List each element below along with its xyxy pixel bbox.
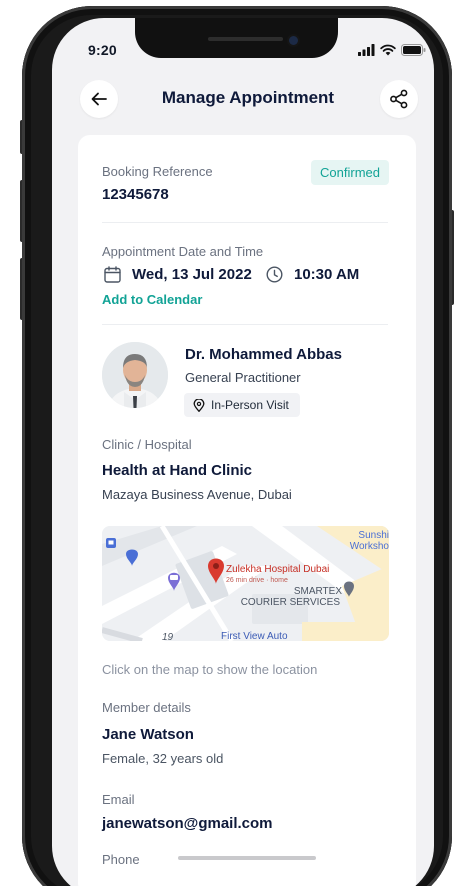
appointment-date: Wed, 13 Jul 2022 [132, 266, 252, 283]
share-button[interactable] [380, 80, 418, 118]
calendar-icon [104, 266, 121, 283]
phone-mockup: 9:20 Manage Appointment Booking Referenc… [0, 0, 469, 886]
share-icon [390, 89, 408, 109]
booking-reference-label: Booking Reference [102, 164, 213, 179]
map-place-sub: 26 min drive · home [226, 577, 288, 584]
clinic-address: Mazaya Business Avenue, Dubai [102, 487, 292, 502]
clinic-label: Clinic / Hospital [102, 437, 192, 452]
phone-label: Phone [102, 852, 140, 867]
signal-icon [358, 44, 375, 56]
member-label: Member details [102, 700, 191, 715]
doctor-specialty: General Practitioner [185, 370, 301, 385]
member-info: Female, 32 years old [102, 751, 224, 766]
visit-type-label: In-Person Visit [211, 398, 289, 412]
map-place-label: Zulekha Hospital Dubai [226, 564, 329, 575]
front-camera [289, 36, 298, 45]
home-indicator[interactable] [178, 856, 316, 860]
map-road-label: 19 [162, 632, 174, 641]
email-label: Email [102, 792, 135, 807]
map-corner-label-line2: Worksho [350, 541, 389, 552]
email-value: janewatson@gmail.com [102, 815, 273, 832]
visit-type-tag: In-Person Visit [184, 393, 300, 417]
app-header: Manage Appointment [80, 80, 418, 120]
location-pin-icon [193, 398, 205, 412]
status-time: 9:20 [88, 42, 117, 58]
appointment-time: 10:30 AM [294, 266, 360, 283]
map-poi-label-line2: COURIER SERVICES [241, 597, 341, 608]
clock-icon [266, 266, 283, 283]
map-hint: Click on the map to show the location [102, 662, 318, 677]
page-title: Manage Appointment [161, 88, 335, 107]
speaker-grille [208, 37, 283, 41]
clinic-name: Health at Hand Clinic [102, 462, 253, 479]
doctor-name: Dr. Mohammed Abbas [185, 346, 342, 363]
booking-reference-value: 12345678 [102, 186, 169, 203]
map-poi-label: First View Auto [221, 631, 288, 641]
map-corner-label: Sunshi [358, 530, 389, 541]
wifi-icon [380, 44, 396, 56]
status-icons [358, 44, 426, 56]
divider [102, 222, 388, 223]
doctor-avatar [102, 342, 168, 408]
battery-icon [401, 44, 426, 56]
map-poi-label: SMARTEX [294, 586, 342, 597]
divider [102, 324, 388, 325]
clinic-map[interactable]: Zulekha Hospital Dubai 26 min drive · ho… [102, 526, 389, 641]
member-name: Jane Watson [102, 726, 194, 743]
add-to-calendar-link[interactable]: Add to Calendar [102, 292, 202, 307]
status-badge: Confirmed [311, 160, 389, 185]
appointment-datetime-label: Appointment Date and Time [102, 244, 264, 259]
